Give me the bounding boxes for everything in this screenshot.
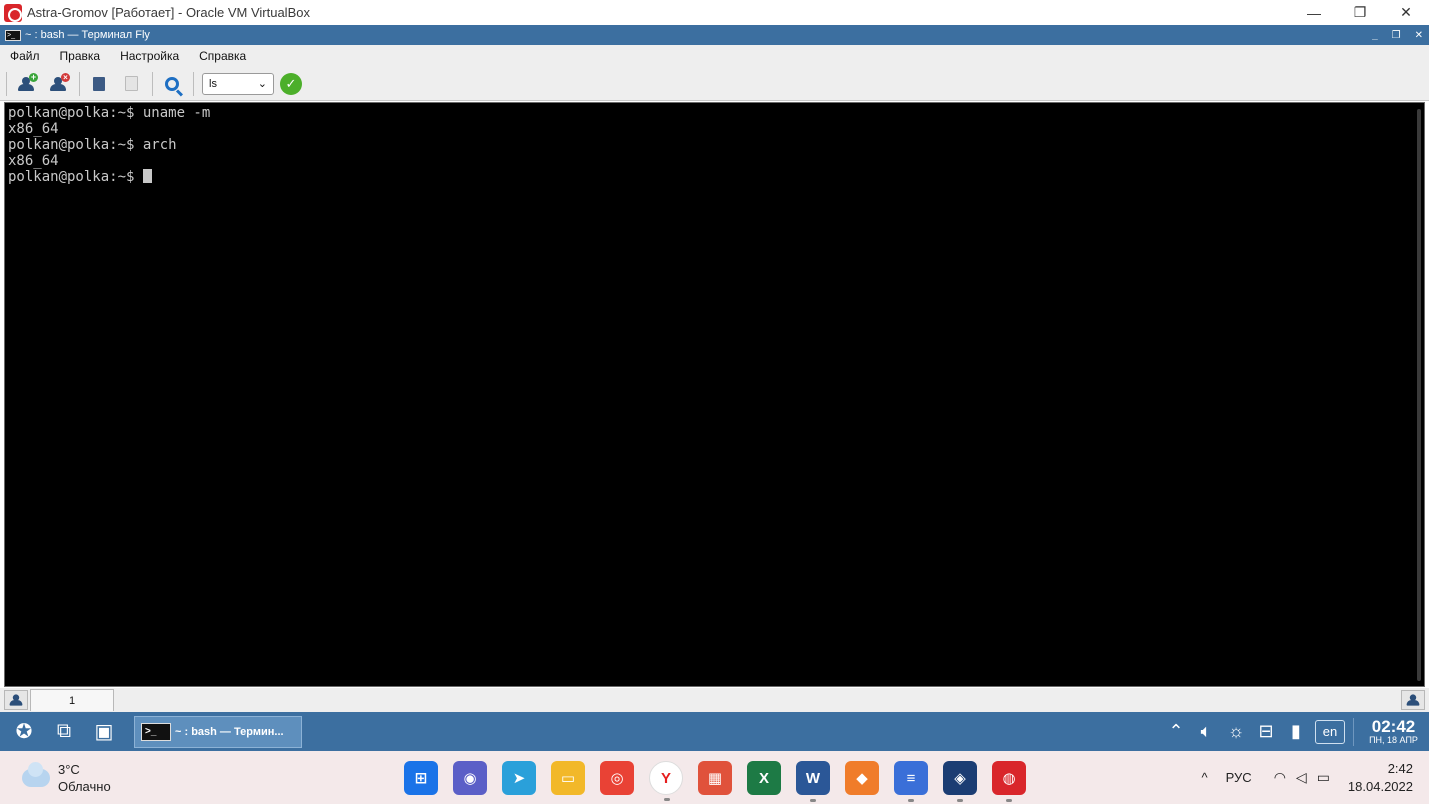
astra-vm-icon[interactable]: ◍ (992, 761, 1026, 802)
weather-widget[interactable]: 3°C Облачно (22, 761, 111, 795)
windows-switch-icon[interactable]: ⧉ (48, 718, 80, 746)
tab-close-button[interactable] (1401, 690, 1425, 710)
terminal-line: x86_64 (8, 153, 59, 169)
tab-new-button[interactable] (4, 690, 28, 710)
running-indicator (957, 799, 963, 802)
terminal-icon: >_ (5, 29, 21, 41)
terminal-cursor (142, 169, 152, 183)
user-add-icon (9, 694, 23, 706)
wifi-icon[interactable]: ◠ (1274, 769, 1286, 786)
file-explorer-icon[interactable]: ▭ (551, 761, 585, 795)
terminal-output[interactable]: polkan@polka:~$ uname -m x86_64 polkan@p… (4, 102, 1425, 687)
taskbar-terminal-label: ~ : bash — Термин... (175, 725, 284, 738)
search-icon (165, 76, 179, 91)
fly-restore-button[interactable]: ❐ (1392, 30, 1401, 41)
word-icon[interactable]: W (796, 761, 830, 802)
tray-overflow-icon[interactable]: ^ (1202, 770, 1208, 785)
windows-clock[interactable]: 2:42 18.04.2022 (1348, 760, 1413, 796)
user-remove-icon (1406, 694, 1420, 706)
volume-icon[interactable]: 🔈︎ (1191, 718, 1221, 746)
red-app-icon[interactable]: ▦ (698, 761, 732, 795)
toolbar-divider (79, 71, 80, 96)
terminal-prompt: polkan@polka:~$ (8, 169, 143, 185)
vbox-window-title: Astra-Gromov [Работает] - Oracle VM Virt… (27, 5, 310, 20)
menu-help[interactable]: Справка (199, 49, 246, 63)
menu-settings[interactable]: Настройка (120, 49, 179, 63)
chevron-down-icon: ⌄ (257, 78, 267, 90)
running-indicator (810, 799, 816, 802)
run-check-icon[interactable]: ✓ (280, 72, 302, 95)
fly-window-title: ~ : bash — Терминал Fly (25, 29, 150, 41)
toolbar: + × ls ⌄ ✓ (0, 67, 1429, 101)
start-menu-star-icon[interactable]: ✪ (8, 718, 40, 746)
yandex-browser-icon[interactable]: Y (649, 761, 683, 801)
copy-icon (93, 76, 105, 91)
orange-app-icon[interactable]: ◆ (845, 761, 879, 795)
terminal-icon: >_ (141, 722, 171, 741)
vbox-close-button[interactable]: ✕ (1383, 0, 1429, 25)
vbox-title-bar: Astra-Gromov [Работает] - Oracle VM Virt… (0, 0, 1429, 25)
paste-button[interactable] (118, 71, 144, 97)
windows-clock-time: 2:42 (1387, 760, 1413, 776)
fly-window-title-bar: >_ ~ : bash — Терминал Fly _ ❐ ✕ (0, 25, 1429, 45)
toolbar-divider (193, 71, 194, 96)
paste-icon (124, 76, 138, 91)
cloud-icon (22, 762, 50, 787)
menu-edit[interactable]: Правка (60, 49, 101, 63)
terminal-tab[interactable]: 1 (30, 689, 114, 711)
command-select[interactable]: ls ⌄ (202, 72, 274, 95)
terminal-line: polkan@polka:~$ arch (8, 137, 177, 153)
brightness-icon[interactable]: ☼ (1221, 718, 1251, 746)
terminal-line: polkan@polka:~$ uname -m (8, 105, 211, 121)
teams-chat-icon[interactable]: ◉ (453, 761, 487, 795)
copy-button[interactable] (86, 71, 112, 97)
toolbar-divider (6, 71, 7, 96)
toolbar-divider (152, 71, 153, 96)
fly-clock-date: ПН, 18 АПР (1369, 734, 1418, 745)
windows-start-icon[interactable]: ⊞ (404, 761, 438, 795)
virtualbox-icon[interactable]: ◈ (943, 761, 977, 802)
menu-file[interactable]: Файл (10, 49, 40, 63)
network-icon[interactable]: ⊟ (1251, 718, 1281, 746)
menu-bar: Файл Правка Настройка Справка (0, 45, 1429, 67)
battery-icon[interactable]: ▮ (1281, 718, 1311, 746)
taskbar-terminal-button[interactable]: >_ ~ : bash — Термин... (134, 715, 302, 748)
fly-clock-time: 02:42 (1371, 716, 1416, 736)
show-desktop-icon[interactable]: ▣ (88, 718, 120, 746)
running-indicator (1006, 799, 1012, 802)
excel-icon[interactable]: X (747, 761, 781, 795)
telegram-icon[interactable]: ➤ (502, 761, 536, 795)
running-indicator (908, 799, 914, 802)
chrome-icon[interactable]: ◎ (600, 761, 634, 795)
weather-condition: Облачно (58, 779, 111, 794)
find-button[interactable] (159, 71, 185, 97)
terminal-tab-bar: 1 (0, 688, 1429, 712)
new-tab-button[interactable]: + (13, 71, 39, 97)
keyboard-layout-indicator[interactable]: en (1315, 719, 1345, 744)
fly-panel: ✪ ⧉ ▣ >_ ~ : bash — Термин... ⌃ 🔈︎ ☼ ⊟ ▮… (0, 712, 1429, 751)
running-indicator (664, 798, 670, 801)
terminal-scrollbar[interactable] (1417, 109, 1421, 681)
tray-expand-icon[interactable]: ⌃ (1161, 718, 1191, 746)
virtualbox-vm-icon (4, 3, 22, 22)
windows-tray: ^ РУС ◠ ◁ ▭ 2:42 18.04.2022 (1202, 751, 1429, 804)
terminal-line: x86_64 (8, 121, 59, 137)
windows-taskbar: 3°C Облачно ⊞ ◉ ➤ ▭ ◎ Y ▦ X W ◆ ≡ ◈ ◍ ^ РУС ◠ ◁ ▭ 2:… (0, 751, 1429, 804)
vbox-minimize-button[interactable]: — (1291, 0, 1337, 25)
input-language-indicator[interactable]: РУС (1226, 770, 1252, 785)
windows-clock-date: 18.04.2022 (1347, 778, 1413, 794)
close-tab-button[interactable]: × (45, 71, 71, 97)
notepad-icon[interactable]: ≡ (894, 761, 928, 802)
battery-icon[interactable]: ▭ (1317, 769, 1330, 786)
fly-close-button[interactable]: ✕ (1415, 30, 1423, 41)
vbox-restore-button[interactable]: ❐ (1337, 0, 1383, 25)
fly-clock[interactable]: 02:42 ПН, 18 АПР (1353, 716, 1429, 746)
weather-temperature: 3°C (58, 762, 80, 777)
fly-tray: ⌃ 🔈︎ ☼ ⊟ ▮ en 02:42 ПН, 18 АПР (1161, 712, 1429, 751)
taskbar-apps: ⊞ ◉ ➤ ▭ ◎ Y ▦ X W ◆ ≡ ◈ ◍ (404, 761, 1041, 802)
speaker-icon[interactable]: ◁ (1296, 769, 1307, 786)
command-select-value: ls (209, 77, 217, 90)
fly-minimize-button[interactable]: _ (1372, 30, 1378, 41)
